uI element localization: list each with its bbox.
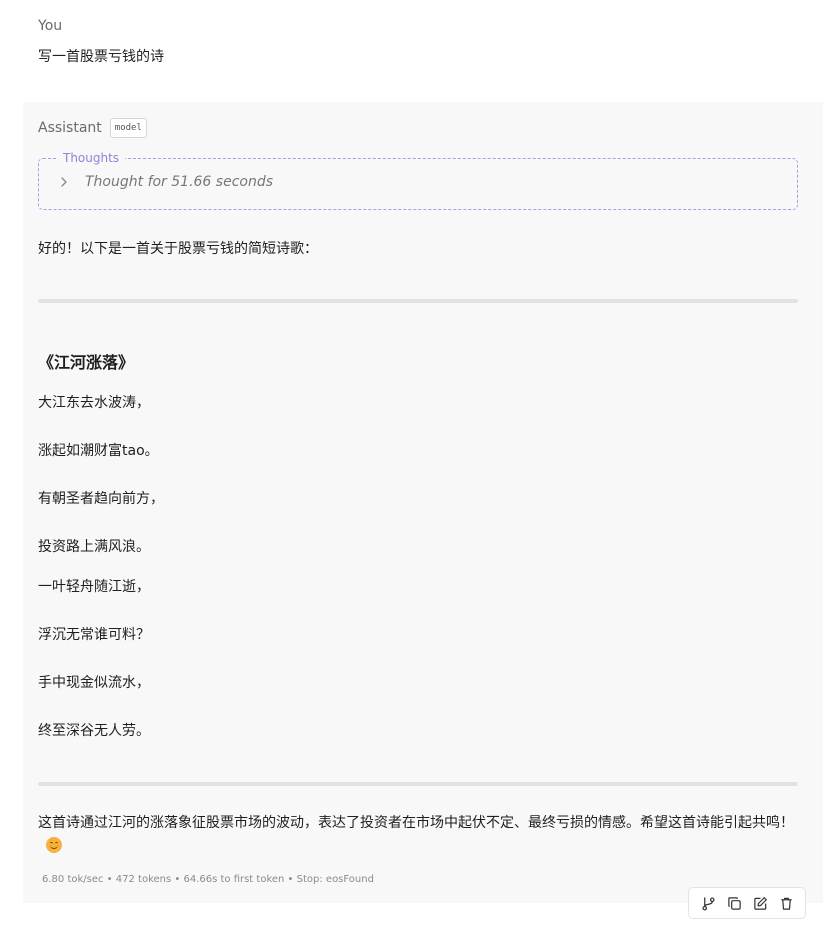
- message-action-bar: [688, 887, 806, 919]
- thoughts-toggle[interactable]: Thought for 51.66 seconds: [59, 174, 273, 190]
- assistant-message-panel: Assistant model Thoughts Thought for 51.…: [23, 102, 823, 903]
- edit-icon[interactable]: [753, 896, 768, 911]
- poem-title: 《江河涨落》: [38, 353, 135, 372]
- poem-line: 手中现金似流水，: [38, 675, 150, 691]
- smile-emoji-icon: [46, 837, 62, 853]
- chevron-right-icon[interactable]: [59, 177, 69, 187]
- divider: [38, 299, 798, 303]
- model-badge: model: [109, 118, 147, 138]
- branch-button[interactable]: [698, 893, 718, 913]
- thoughts-legend: Thoughts: [57, 151, 126, 165]
- poem-line: 有朝圣者趋向前方，: [38, 491, 164, 507]
- user-role-label: You: [38, 18, 63, 34]
- trash-icon[interactable]: [779, 896, 794, 911]
- response-summary: 这首诗通过江河的涨落象征股票市场的波动，表达了投资者在市场中起伏不定、最终亏损的…: [38, 811, 803, 859]
- poem-line: 浮沉无常谁可料？: [38, 627, 150, 643]
- copy-button[interactable]: [724, 893, 744, 913]
- poem-line: 涨起如潮财富tao。: [38, 443, 159, 459]
- poem-line: 一叶轻舟随江逝，: [38, 579, 150, 595]
- assistant-header: Assistant model: [38, 118, 147, 138]
- copy-icon[interactable]: [727, 896, 742, 911]
- thoughts-panel[interactable]: Thoughts Thought for 51.66 seconds: [38, 151, 798, 210]
- summary-text: 这首诗通过江河的涨落象征股票市场的波动，表达了投资者在市场中起伏不定、最终亏损的…: [38, 815, 794, 831]
- user-message-block: You 写一首股票亏钱的诗: [38, 16, 798, 68]
- generation-stats: 6.80 tok/sec • 472 tokens • 64.66s to fi…: [42, 874, 374, 885]
- branch-icon[interactable]: [701, 896, 716, 911]
- edit-button[interactable]: [750, 893, 770, 913]
- poem-line: 大江东去水波涛，: [38, 395, 150, 411]
- user-message-text: 写一首股票亏钱的诗: [38, 49, 164, 65]
- assistant-role-label: Assistant: [38, 120, 102, 136]
- poem-line: 投资路上满风浪。: [38, 539, 150, 555]
- thought-duration-text: Thought for 51.66 seconds: [85, 174, 274, 190]
- response-intro: 好的！以下是一首关于股票亏钱的简短诗歌：: [38, 241, 318, 257]
- poem-line: 终至深谷无人劳。: [38, 723, 150, 739]
- delete-button[interactable]: [776, 893, 796, 913]
- divider: [38, 782, 798, 786]
